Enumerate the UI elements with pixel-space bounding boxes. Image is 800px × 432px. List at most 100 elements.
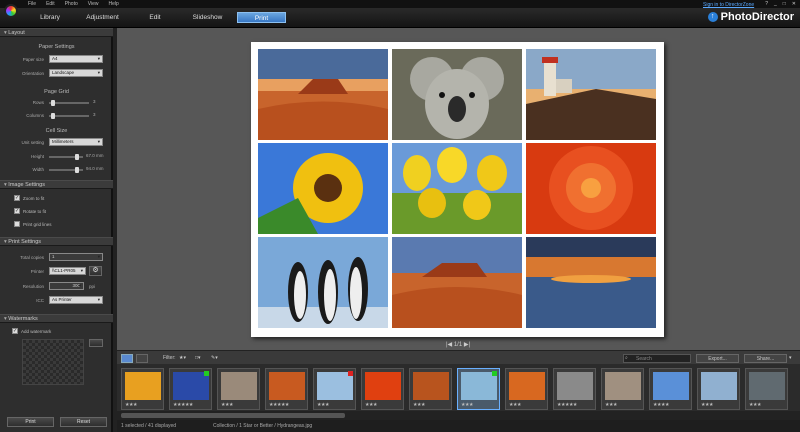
photo-desert-2[interactable] xyxy=(392,237,522,328)
grid-lines-checkbox[interactable] xyxy=(14,221,20,227)
photo-sunflower[interactable] xyxy=(258,143,388,234)
filmstrip-thumbnail[interactable]: ★★★ xyxy=(505,368,548,410)
printer-label: Printer xyxy=(30,269,44,274)
rotate-to-fit-checkbox[interactable]: ✓ xyxy=(14,208,20,214)
copies-input[interactable]: 1 xyxy=(49,253,103,261)
filmstrip-scroll-thumb[interactable] xyxy=(121,413,345,418)
star-rating[interactable]: ★★★ xyxy=(365,402,377,408)
star-rating[interactable]: ★★★ xyxy=(413,402,425,408)
star-rating[interactable]: ★★★ xyxy=(509,402,521,408)
star-rating[interactable]: ★★★★★ xyxy=(173,402,193,408)
tab-slideshow[interactable]: Slideshow xyxy=(185,12,230,23)
filmstrip-thumbnail[interactable]: ★★★ xyxy=(409,368,452,410)
section-print-settings[interactable]: Print Settings xyxy=(0,237,113,246)
height-slider-knob[interactable] xyxy=(75,154,79,160)
menu-photo[interactable]: Photo xyxy=(65,1,78,7)
section-layout[interactable]: Layout xyxy=(0,28,113,37)
page-navigator[interactable]: |◀ 1/1 ▶| xyxy=(446,341,470,348)
filmstrip-thumbnail[interactable]: ★★★★★ xyxy=(553,368,596,410)
photo-penguins[interactable] xyxy=(258,237,388,328)
help-icon[interactable]: ? xyxy=(765,1,768,7)
filmstrip-thumbnail[interactable]: ★★★ xyxy=(457,368,500,410)
section-watermarks[interactable]: Watermarks xyxy=(0,314,113,323)
filmstrip-thumbnail[interactable]: ★★★ xyxy=(601,368,644,410)
star-rating[interactable]: ★★★★★ xyxy=(557,402,577,408)
paper-size-select[interactable]: A4 xyxy=(49,55,103,63)
export-button[interactable]: Export... xyxy=(696,354,739,363)
unit-setting-select[interactable]: Millimeters xyxy=(49,138,103,146)
height-slider[interactable] xyxy=(49,154,83,160)
photo-chrysanthemum[interactable] xyxy=(526,143,656,234)
star-rating[interactable]: ★★★ xyxy=(221,402,233,408)
section-image-settings[interactable]: Image Settings xyxy=(0,180,113,189)
reset-button[interactable]: Reset xyxy=(60,417,107,427)
orientation-select[interactable]: Landscape xyxy=(49,69,103,77)
grid-lines-label: Print grid lines xyxy=(23,222,52,227)
rows-slider[interactable] xyxy=(49,100,89,106)
menu-view[interactable]: View xyxy=(88,1,99,7)
print-button[interactable]: Print xyxy=(7,417,54,427)
printer-settings-gear-icon[interactable]: ⚙ xyxy=(89,266,102,276)
list-view-icon[interactable] xyxy=(136,354,148,363)
filmstrip-view-icon[interactable] xyxy=(121,354,133,363)
star-rating[interactable]: ★★★★★ xyxy=(269,402,289,408)
columns-slider[interactable] xyxy=(49,113,89,119)
filter-pen-icon[interactable]: ✎▾ xyxy=(211,354,218,363)
star-rating[interactable]: ★★★ xyxy=(605,402,617,408)
tab-edit[interactable]: Edit xyxy=(140,12,170,23)
star-rating[interactable]: ★★★★ xyxy=(653,402,669,408)
width-slider-knob[interactable] xyxy=(75,167,79,173)
photo-lighthouse[interactable] xyxy=(526,49,656,140)
filter-rating-icon[interactable]: ★▾ xyxy=(179,354,186,363)
tab-adjustment[interactable]: Adjustment xyxy=(80,12,125,23)
star-rating[interactable]: ★★★ xyxy=(749,402,761,408)
flag-icon xyxy=(348,371,353,376)
watermark-edit-button[interactable] xyxy=(89,339,103,347)
filter-flag-icon[interactable]: □▾ xyxy=(195,354,201,363)
columns-slider-knob[interactable] xyxy=(51,113,55,119)
photo-sunset-sea[interactable] xyxy=(526,237,656,328)
photo-desert[interactable] xyxy=(258,49,388,140)
zoom-to-fit-checkbox[interactable]: ✓ xyxy=(14,195,20,201)
thumbnail-image xyxy=(317,372,353,400)
tab-library[interactable]: Library xyxy=(30,12,70,23)
star-rating[interactable]: ★★★ xyxy=(125,402,137,408)
menu-file[interactable]: File xyxy=(28,1,36,7)
filmstrip-thumbnail[interactable]: ★★★★ xyxy=(649,368,692,410)
resolution-input[interactable]: 300 xyxy=(49,282,84,290)
add-watermark-checkbox[interactable]: ✓ xyxy=(12,328,18,334)
width-slider[interactable] xyxy=(49,167,83,173)
thumbnail-image xyxy=(365,372,401,400)
filmstrip-scrollbar[interactable] xyxy=(117,411,800,420)
add-watermark-label: Add watermark xyxy=(21,329,52,334)
thumbnail-image xyxy=(221,372,257,400)
star-rating[interactable]: ★★★ xyxy=(701,402,713,408)
photo-koala[interactable] xyxy=(392,49,522,140)
more-options-icon[interactable]: ▾ xyxy=(789,354,792,363)
icc-select[interactable]: As Printer xyxy=(49,296,103,304)
star-rating[interactable]: ★★★ xyxy=(461,402,473,408)
maximize-icon[interactable]: □ xyxy=(783,1,786,7)
menu-help[interactable]: Help xyxy=(109,1,119,7)
tab-print[interactable]: Print xyxy=(237,12,286,23)
search-input[interactable]: Search xyxy=(623,354,691,363)
filmstrip-thumbnail[interactable]: ★★★★★ xyxy=(265,368,308,410)
filmstrip-thumbnail[interactable]: ★★★ xyxy=(313,368,356,410)
filmstrip-thumbnail[interactable]: ★★★★★ xyxy=(169,368,212,410)
star-rating[interactable]: ★★★ xyxy=(317,402,329,408)
share-button[interactable]: Share... xyxy=(744,354,787,363)
printer-select[interactable]: \\CL1-PR05 xyxy=(49,267,86,275)
close-icon[interactable]: ✕ xyxy=(792,1,796,7)
filter-label: Filter: xyxy=(163,355,176,361)
menu-edit[interactable]: Edit xyxy=(46,1,55,7)
photo-tulips[interactable] xyxy=(392,143,522,234)
filmstrip-thumbnail[interactable]: ★★★ xyxy=(121,368,164,410)
filmstrip-thumbnail[interactable]: ★★★ xyxy=(697,368,740,410)
filmstrip-thumbnail[interactable]: ★★★ xyxy=(217,368,260,410)
brand: ↑ PhotoDirector xyxy=(707,11,794,23)
rows-slider-knob[interactable] xyxy=(51,100,55,106)
filmstrip-thumbnail[interactable]: ★★★ xyxy=(361,368,404,410)
thumbnail-image xyxy=(269,372,305,400)
filmstrip-thumbnail[interactable]: ★★★ xyxy=(745,368,788,410)
minimize-icon[interactable]: _ xyxy=(774,1,777,7)
